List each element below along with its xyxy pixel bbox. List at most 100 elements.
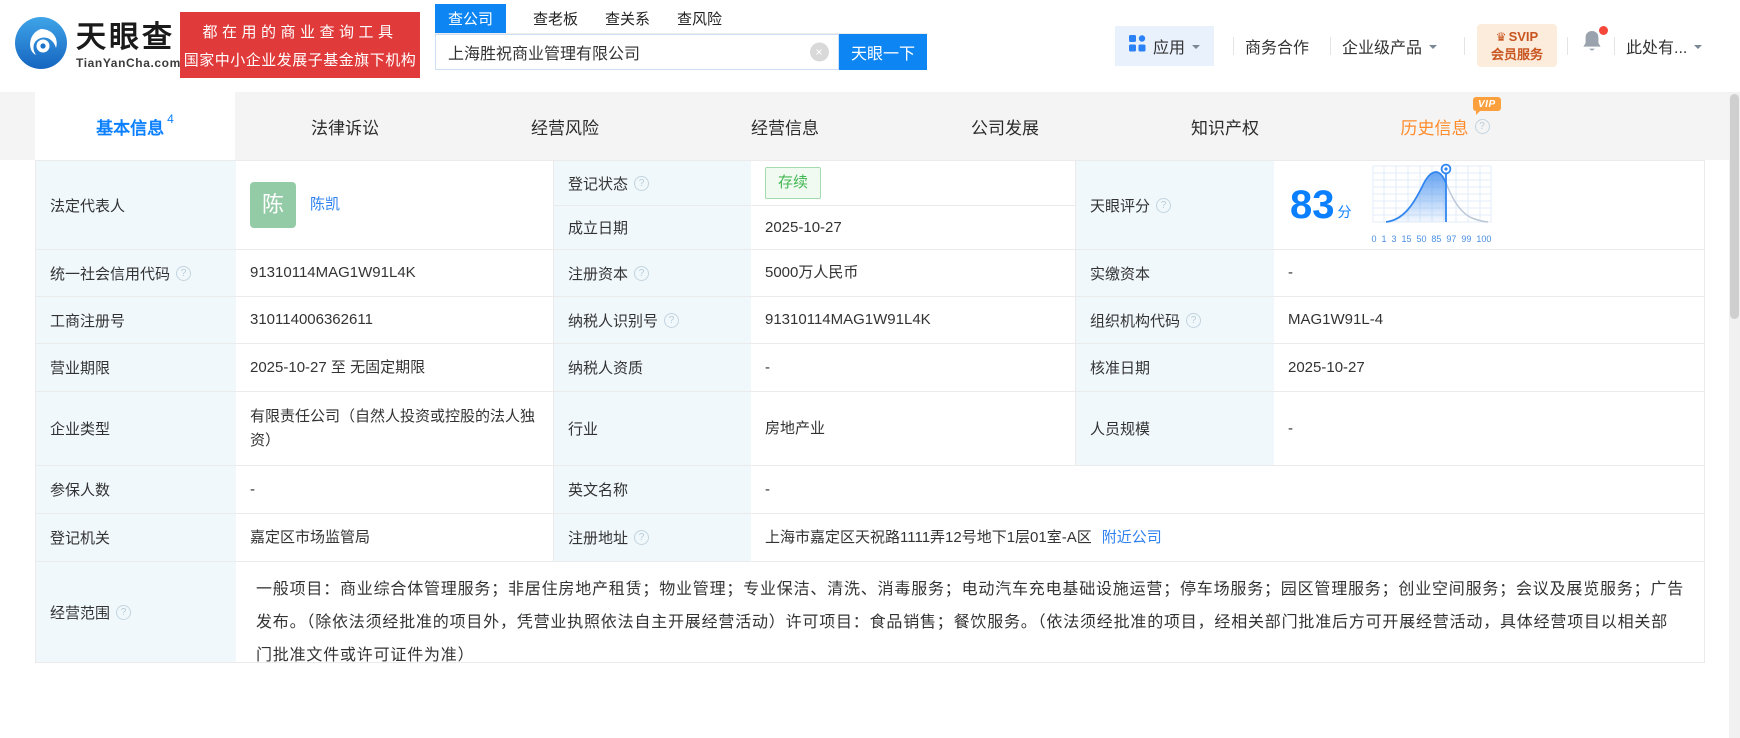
svip-sublabel: 会员服务 [1477,46,1557,64]
field-taxpayer-id-label: 纳税人识别号 [554,297,751,344]
field-taxpayer-id-value: 91310114MAG1W91L4K [751,297,1076,344]
apps-menu[interactable]: 应用 [1115,26,1214,66]
svip-membership-badge[interactable]: ♛SVIP 会员服务 [1477,24,1557,67]
field-legal-rep-label: 法定代表人 [36,161,236,250]
field-org-code-value: MAG1W91L-4 [1274,297,1704,344]
header: 天眼查 TianYanCha.com 都在用的商业查询工具 国家中小企业发展子基… [0,0,1740,92]
promo-banner: 都在用的商业查询工具 国家中小企业发展子基金旗下机构 [180,12,420,78]
help-icon[interactable] [1475,119,1490,134]
divider [1567,37,1568,55]
field-paid-capital-value: - [1274,250,1704,297]
search-tab-risk[interactable]: 查风险 [677,4,722,33]
field-industry-label: 行业 [554,392,751,466]
search-tab-relation[interactable]: 查关系 [605,4,650,33]
field-org-code-label: 组织机构代码 [1076,297,1274,344]
apps-grid-icon [1129,35,1146,57]
help-icon[interactable] [634,266,649,281]
crown-icon: ♛ [1496,30,1507,44]
field-reg-status-value: 存续 [751,161,1076,206]
field-biz-term-value: 2025-10-27 至 无固定期限 [236,344,554,392]
field-est-date-value: 2025-10-27 [751,206,1076,250]
score-distribution-chart[interactable]: 0131550859799100 [1372,163,1492,247]
search-area: 查公司 查老板 查关系 查风险 天眼一下 [435,5,927,70]
user-account-menu[interactable]: 此处有... [1626,34,1702,58]
enterprise-products-menu[interactable]: 企业级产品 [1342,34,1437,58]
help-icon[interactable] [116,605,131,620]
field-legal-rep-value: 陈 陈凯 [236,161,554,250]
chevron-down-icon [1694,45,1702,53]
search-input[interactable] [436,35,838,69]
tab-company-development[interactable]: 公司发展 [895,92,1115,160]
field-reg-address-label: 注册地址 [554,514,751,562]
field-staff-size-label: 人员规模 [1076,392,1274,466]
field-approval-date-label: 核准日期 [1076,344,1274,392]
score-number: 83 [1290,185,1335,225]
business-cooperation-link[interactable]: 商务合作 [1245,34,1309,58]
username: 此处有... [1626,34,1687,58]
tab-history-info[interactable]: 历史信息 VIP [1335,92,1555,160]
tab-intellectual-property[interactable]: 知识产权 [1115,92,1335,160]
clear-search-icon[interactable] [810,43,829,62]
scrollbar[interactable] [1729,92,1740,738]
field-insured-count-value: - [236,466,554,514]
tianyancha-company-page: 天眼查 TianYanCha.com 都在用的商业查询工具 国家中小企业发展子基… [0,0,1740,738]
field-reg-capital-label: 注册资本 [554,250,751,297]
search-button[interactable]: 天眼一下 [839,34,927,70]
tab-operation-risk[interactable]: 经营风险 [455,92,675,160]
help-icon[interactable] [634,176,649,191]
legal-rep-avatar[interactable]: 陈 [250,182,296,228]
field-reg-capital-value: 5000万人民币 [751,250,1076,297]
chevron-down-icon [1192,45,1200,53]
help-icon[interactable] [176,266,191,281]
apps-label: 应用 [1153,34,1185,58]
divider [1614,37,1615,55]
logo-title: 天眼查 [76,21,181,54]
field-business-scope-label: 经营范围 [36,562,236,663]
divider [1233,37,1234,55]
field-industry-value: 房地产业 [751,392,1076,466]
field-reg-authority-label: 登记机关 [36,514,236,562]
nearby-companies-link[interactable]: 附近公司 [1102,526,1162,549]
status-badge: 存续 [765,167,821,198]
field-reg-address-value: 上海市嘉定区天祝路1111弄12号地下1层01室-A区 附近公司 [751,514,1704,562]
company-nav-tabs: 基本信息 4 法律诉讼 经营风险 经营信息 公司发展 知识产权 历史信息 VIP [0,92,1740,160]
field-est-date-label: 成立日期 [554,206,751,250]
notification-dot [1599,26,1608,35]
search-tab-company[interactable]: 查公司 [435,4,506,33]
notification-bell-icon[interactable] [1580,29,1606,59]
tab-basic-info[interactable]: 基本信息 4 [35,92,235,160]
banner-line1: 都在用的商业查询工具 [202,21,397,42]
field-biz-term-label: 营业期限 [36,344,236,392]
field-company-type-value: 有限责任公司（自然人投资或控股的法人独资） [236,392,554,466]
help-icon[interactable] [664,313,679,328]
svip-label: SVIP [1509,29,1539,44]
field-business-scope-value: 一般项目：商业综合体管理服务；非居住房地产租赁；物业管理；专业保洁、清洗、消毒服… [236,562,1704,663]
field-reg-authority-value: 嘉定区市场监管局 [236,514,554,562]
logo-domain: TianYanCha.com [76,56,181,70]
search-tabs: 查公司 查老板 查关系 查风险 [435,5,927,34]
field-credit-code-label: 统一社会信用代码 [36,250,236,297]
chevron-down-icon [1429,45,1437,53]
tab-operation-info[interactable]: 经营信息 [675,92,895,160]
field-reg-number-label: 工商注册号 [36,297,236,344]
field-reg-number-value: 310114006362611 [236,297,554,344]
tianyancha-logo-icon [15,17,67,74]
field-approval-date-value: 2025-10-27 [1274,344,1704,392]
tab-legal-litigation[interactable]: 法律诉讼 [235,92,455,160]
basic-info-count: 4 [167,112,174,126]
field-reg-status-label: 登记状态 [554,161,751,206]
help-icon[interactable] [1156,198,1171,213]
legal-rep-name-link[interactable]: 陈凯 [310,193,340,216]
score-axis-ticks: 0131550859799100 [1372,233,1492,247]
scrollbar-thumb[interactable] [1730,94,1739,319]
search-tab-boss[interactable]: 查老板 [533,4,578,33]
field-insured-count-label: 参保人数 [36,466,236,514]
divider [1464,37,1465,55]
vip-badge: VIP [1473,97,1501,111]
help-icon[interactable] [634,530,649,545]
help-icon[interactable] [1186,313,1201,328]
divider [1330,37,1331,55]
basic-info-table: 法定代表人 陈 陈凯 登记状态 存续 成立日期 2025-10-27 天眼评分 … [35,160,1705,663]
field-english-name-label: 英文名称 [554,466,751,514]
tianyancha-logo[interactable]: 天眼查 TianYanCha.com [15,17,181,74]
